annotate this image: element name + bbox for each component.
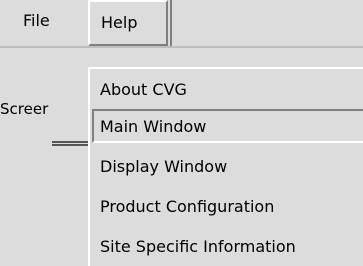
separator-line (52, 141, 88, 146)
screen-label: Screer (0, 100, 49, 118)
menubar-stub (170, 0, 176, 46)
help-dropdown-menu: About CVG Main Window Display Window Pro… (88, 67, 363, 266)
menu-item-about-cvg[interactable]: About CVG (100, 75, 187, 105)
menu-item-display-window[interactable]: Display Window (100, 152, 227, 182)
menu-help[interactable]: Help (88, 0, 168, 46)
app-window: File Help Screer About CVG Main Window D… (0, 0, 363, 266)
menubar-divider (0, 46, 363, 48)
menu-item-product-configuration[interactable]: Product Configuration (100, 192, 274, 222)
menu-file[interactable]: File (0, 0, 88, 46)
menu-item-main-window[interactable]: Main Window (100, 112, 206, 142)
menu-bar: File Help (0, 0, 363, 46)
menu-item-site-specific-information[interactable]: Site Specific Information (100, 232, 296, 262)
